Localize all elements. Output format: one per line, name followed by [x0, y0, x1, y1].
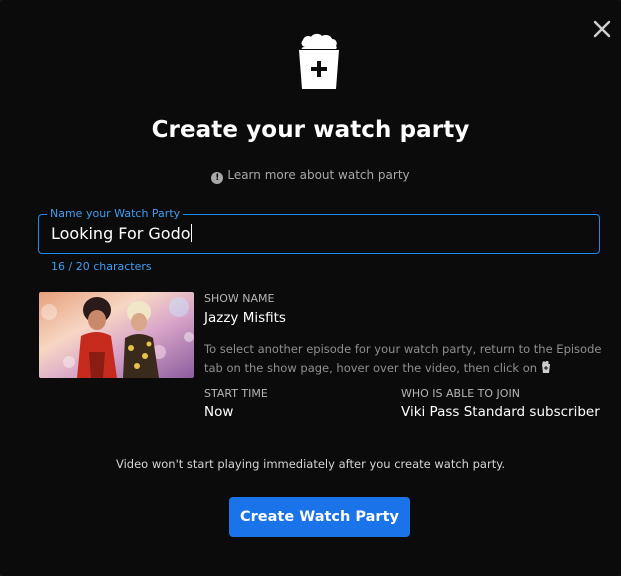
character-count: 16 / 20 characters — [51, 260, 152, 273]
popcorn-add-icon-small — [542, 361, 551, 373]
dialog-title: Create your watch party — [151, 117, 470, 143]
who-can-join-label: WHO IS ABLE TO JOIN — [401, 387, 520, 400]
learn-more-label[interactable]: Learn more about watch party — [227, 168, 409, 182]
close-icon[interactable] — [591, 18, 613, 40]
text-caret — [190, 224, 192, 242]
who-can-join-value: Viki Pass Standard subscriber — [401, 404, 600, 420]
watch-party-dialog: Create your watch party ! Learn more abou… — [0, 0, 621, 576]
watch-party-name-label: Name your Watch Party — [47, 207, 184, 221]
playback-notice: Video won't start playing immediately af… — [115, 457, 506, 471]
close-button[interactable] — [591, 18, 613, 40]
watch-party-name-value[interactable]: Looking For Godo — [51, 224, 191, 243]
show-thumbnail — [39, 292, 194, 378]
start-time-value: Now — [204, 404, 234, 420]
info-icon: ! — [211, 172, 224, 184]
episode-instructions: To select another episode for your watch… — [204, 340, 604, 378]
create-watch-party-button[interactable]: Create Watch Party — [229, 497, 410, 537]
learn-more-link[interactable]: ! Learn more about watch party — [0, 168, 621, 184]
show-name: Jazzy Misfits — [204, 310, 286, 326]
watch-party-name-input[interactable]: Looking For Godo — [51, 224, 551, 243]
start-time-label: START TIME — [204, 387, 268, 400]
popcorn-add-icon — [299, 33, 339, 89]
watch-party-name-field[interactable]: Name your Watch Party Looking For Godo — [38, 207, 600, 254]
show-name-label: SHOW NAME — [204, 292, 275, 305]
